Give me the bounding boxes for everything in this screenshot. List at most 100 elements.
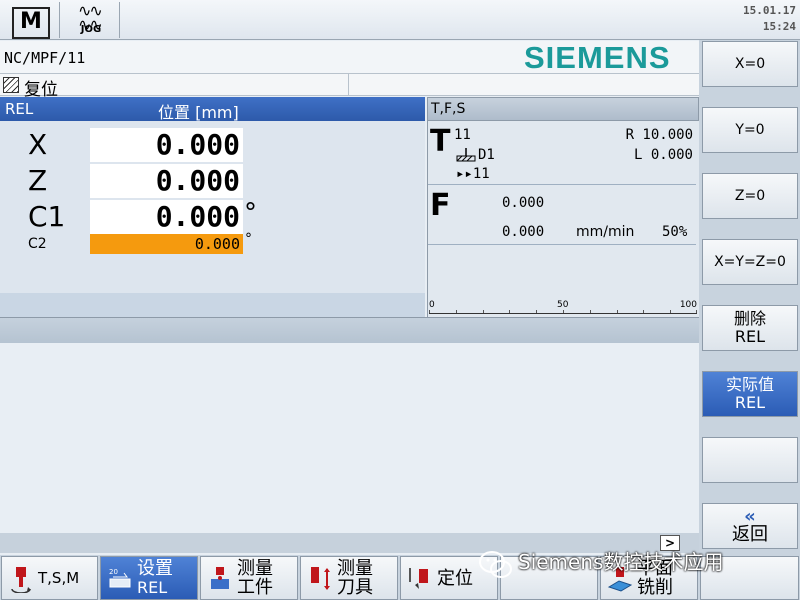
measure-workpiece-icon <box>211 567 229 589</box>
softkey-label-line1: 实际值 <box>725 375 774 394</box>
softkey-label: T,S,M <box>38 568 80 587</box>
machine-mode-icon: M <box>12 7 50 39</box>
feed-override: 50% <box>662 224 688 240</box>
status-divider <box>348 74 349 96</box>
tool-edge-icon <box>456 148 476 162</box>
feed-letter: F <box>430 188 451 223</box>
softkey-label-line1: 测量 <box>337 558 373 579</box>
measure-tool-icon <box>311 567 330 590</box>
softkey-label: 设置 REL <box>137 557 173 599</box>
softkey-label-line1: 设置 <box>137 558 173 579</box>
softkey-delete-rel[interactable]: 删除 REL <box>702 305 798 351</box>
scale-tick <box>643 310 644 313</box>
position-header-unit: 位置 [mm] <box>158 103 239 122</box>
tool-radius: R 10.000 <box>625 127 693 143</box>
date-display: 15.01.17 <box>743 4 796 17</box>
spindle-load-scale: 0 50 100 <box>429 300 697 314</box>
axis-z-value: 0.000 <box>90 164 243 198</box>
reset-status-icon <box>3 77 19 93</box>
machine-mode-button[interactable]: M <box>0 2 60 39</box>
next-tool: ▸▸11 <box>456 166 490 182</box>
softkey-label-line2: REL <box>137 578 168 597</box>
scale-tick <box>509 310 510 313</box>
axis-c2-unit: ° <box>245 231 252 247</box>
softkey-label: Y=0 <box>735 122 765 138</box>
softkey-label: 定位 <box>437 567 473 589</box>
scale-tick <box>563 310 564 313</box>
softkey-measure-workpiece[interactable]: 测量 工件 <box>200 556 298 600</box>
softkey-label: X=0 <box>734 56 766 72</box>
softkey-x-zero[interactable]: X=0 <box>702 41 798 87</box>
scale-tick <box>483 310 484 313</box>
softkey-label-line2: 工件 <box>237 577 273 598</box>
softkey-label-line2: 铣削 <box>637 577 673 598</box>
softkey-label: X=Y=Z=0 <box>714 254 786 270</box>
softkey-tsm[interactable]: T,S,M <box>1 556 98 600</box>
svg-text:20: 20 <box>109 568 118 576</box>
tfs-divider-1 <box>428 184 696 185</box>
softkey-xyz-zero[interactable]: X=Y=Z=0 <box>702 239 798 285</box>
tfs-panel-header: T,F,S <box>427 97 699 121</box>
feed-actual: 0.000 <box>502 195 545 211</box>
softkey-back[interactable]: « 返回 <box>702 503 798 549</box>
axis-c1-name: C1 <box>28 200 66 233</box>
jog-mode-indicator[interactable]: ∿∿ ∿∿ JOG <box>62 2 120 38</box>
wechat-icon <box>479 551 512 578</box>
scale-tick <box>429 310 430 313</box>
work-area <box>0 343 699 533</box>
position-header-rel: REL <box>5 100 34 118</box>
scale-tick <box>536 310 537 313</box>
tsm-icon <box>11 567 31 593</box>
softkey-label: 测量 刀具 <box>337 557 373 599</box>
scale-tick <box>617 310 618 313</box>
softkey-label-line1: 删除 <box>733 309 766 328</box>
scale-tick <box>696 310 697 313</box>
program-path: NC/MPF/11 <box>4 49 86 67</box>
tool-edge-number: D1 <box>478 147 495 163</box>
softkey-label: Z=0 <box>734 188 766 204</box>
tool-length: L 0.000 <box>633 147 693 163</box>
status-bar: M ∿∿ ∿∿ JOG 15.01.17 15:24 <box>0 0 800 40</box>
tfs-divider-2 <box>428 244 696 245</box>
feed-unit: mm/min <box>576 224 635 240</box>
separator-band <box>0 317 699 343</box>
position-icon <box>409 568 428 589</box>
set-rel-icon: 20 <box>109 568 131 588</box>
channel-status-row: 复位 <box>0 74 699 100</box>
tool-letter: T <box>430 124 451 159</box>
softkey-empty[interactable] <box>702 437 798 483</box>
softkey-label-line2: REL <box>734 327 766 346</box>
axis-x-name: X <box>28 128 48 161</box>
axis-z-name: Z <box>28 164 48 197</box>
axis-c1-unit: ° <box>244 198 257 228</box>
softkey-label-line2: REL <box>734 393 766 412</box>
scale-max-label: 100 <box>679 300 697 310</box>
softkey-label-line2: 刀具 <box>337 577 373 598</box>
softkey-set-rel[interactable]: 20 设置 REL <box>100 556 198 600</box>
scale-min-label: 0 <box>429 300 435 310</box>
scale-mid-label: 50 <box>557 300 569 310</box>
softkey-y-zero[interactable]: Y=0 <box>702 107 798 153</box>
softkey-label: 返回 <box>732 524 768 545</box>
axis-c2-value[interactable]: 0.000 <box>90 234 243 254</box>
jog-label: JOG <box>80 24 102 35</box>
time-display: 15:24 <box>762 20 796 33</box>
scale-tick <box>590 310 591 313</box>
axis-c1-value: 0.000 <box>90 200 243 234</box>
softkey-label-line1: 测量 <box>237 558 273 579</box>
program-path-row: NC/MPF/11 SIEMENS <box>0 40 699 75</box>
siemens-logo: SIEMENS <box>524 40 671 75</box>
axis-x-value: 0.000 <box>90 128 243 162</box>
softkey-label: 测量 工件 <box>237 557 273 599</box>
softkey-measure-tool[interactable]: 测量 刀具 <box>300 556 398 600</box>
watermark-text: Siemens数控技术应用 <box>518 550 724 574</box>
tfs-header-label: T,F,S <box>431 101 466 117</box>
position-panel-footer <box>0 293 425 317</box>
scale-tick <box>456 310 457 313</box>
softkey-z-zero[interactable]: Z=0 <box>702 173 798 219</box>
scale-tick <box>670 310 671 313</box>
softkey-actual-value-rel[interactable]: 实际值 REL <box>702 371 798 417</box>
tool-number: 11 <box>454 127 471 143</box>
feed-set: 0.000 <box>502 224 545 240</box>
position-panel-header: REL 位置 [mm] <box>0 97 425 122</box>
